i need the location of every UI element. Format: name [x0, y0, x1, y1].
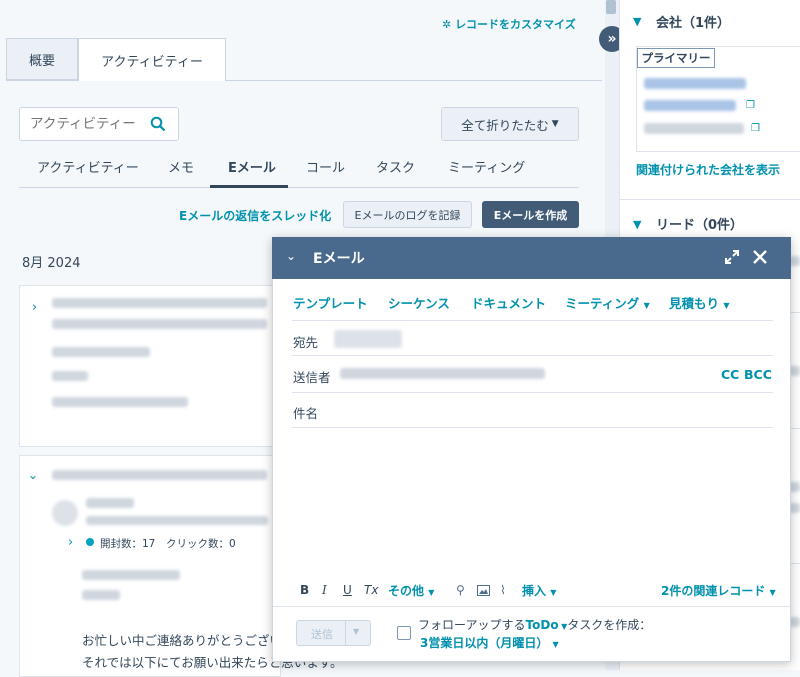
caret-down-icon: ▼ [550, 588, 557, 597]
subject-label: 件名 [293, 406, 319, 421]
bcc-button[interactable]: BCC [744, 367, 772, 382]
caret-down-icon: ▼ [723, 301, 730, 310]
bold-button[interactable]: B [300, 583, 309, 597]
divider [273, 606, 790, 607]
caret-down-icon: ▼ [551, 119, 559, 129]
click-count: クリック数：0 [166, 538, 236, 550]
email-activity-card[interactable] [19, 285, 281, 447]
divider [620, 199, 800, 200]
redacted-text [52, 347, 150, 357]
sender-address[interactable] [340, 368, 545, 379]
redacted-text [82, 570, 180, 580]
scrollbar-thumb[interactable] [606, 0, 616, 14]
subtab-activity[interactable]: アクティビティー [37, 157, 139, 176]
subtab-email[interactable]: Eメール [228, 157, 276, 176]
redacted-text [82, 590, 120, 600]
subtab-tasks[interactable]: タスク [376, 157, 415, 176]
chevron-right-icon[interactable]: › [32, 300, 37, 315]
caret-down-icon: ▼ [552, 640, 559, 649]
collapse-all-button[interactable]: 全て折りたたむ ▼ [441, 107, 579, 141]
followup-checkbox[interactable] [397, 626, 411, 640]
task-type-dropdown[interactable]: ToDo [526, 618, 559, 632]
expand-icon[interactable] [724, 249, 740, 265]
redacted-text [86, 498, 134, 508]
redacted-company-name[interactable] [644, 78, 746, 89]
collapse-chevron-icon[interactable]: ⌄ [286, 249, 296, 263]
search-input[interactable] [28, 115, 150, 133]
caret-down-icon[interactable]: ▼ [353, 627, 359, 636]
company-section-title[interactable]: 会社（1件） [656, 12, 730, 31]
open-count: 開封数：17 [100, 538, 156, 550]
thread-replies-link[interactable]: Eメールの返信をスレッド化 [179, 207, 331, 224]
caret-down-icon: ▼ [643, 301, 650, 310]
caret-down-icon: ▼ [769, 588, 776, 597]
redacted-phone [644, 123, 744, 134]
redacted-text [52, 371, 88, 381]
activity-search[interactable] [19, 107, 179, 141]
due-date-dropdown[interactable]: 3営業日以内（月曜日） ▼ [420, 634, 559, 651]
send-button[interactable]: 送信 ▼ [296, 620, 371, 646]
log-email-button[interactable]: Eメールのログを記録 [343, 201, 472, 228]
image-icon[interactable] [477, 585, 490, 596]
cc-button[interactable]: CC [721, 367, 739, 382]
meetings-dropdown[interactable]: ミーティング ▼ [565, 293, 650, 312]
copy-icon[interactable]: ❐ [746, 100, 755, 111]
primary-badge: プライマリー [637, 48, 715, 68]
to-label: 宛先 [293, 335, 319, 350]
snippet-icon[interactable]: ⚲ [456, 583, 465, 597]
active-tab-indicator [210, 185, 288, 188]
underline-button[interactable]: U [343, 583, 352, 597]
email-body-editor[interactable] [292, 432, 773, 572]
insert-dropdown[interactable]: 挿入 ▼ [522, 582, 556, 599]
email-body-line: お忙しい中ご連絡ありがとうござい [82, 633, 283, 648]
redacted-text [52, 470, 267, 480]
tab-overview[interactable]: 概要 [6, 38, 78, 80]
caret-down-icon: ▼ [428, 588, 435, 597]
redacted-text [86, 516, 268, 525]
redacted-text [52, 319, 267, 329]
subject-input[interactable] [330, 396, 770, 424]
divider [292, 392, 773, 393]
customize-record-link[interactable]: ✲ レコードをカスタマイズ [442, 16, 576, 32]
composer-title: Eメール [313, 251, 365, 267]
avatar [52, 500, 78, 526]
copy-icon[interactable]: ❐ [751, 123, 760, 134]
quotes-dropdown[interactable]: 見積もり ▼ [669, 293, 730, 312]
tab-activity[interactable]: アクティビティー [78, 38, 226, 81]
clear-format-button[interactable]: Tx [364, 583, 378, 597]
documents-button[interactable]: ドキュメント [471, 293, 546, 312]
chevron-right-icon[interactable]: › [68, 535, 73, 550]
subtab-notes[interactable]: メモ [168, 157, 194, 176]
chevron-down-icon[interactable]: ▼ [633, 218, 641, 231]
italic-button[interactable]: I [322, 583, 327, 597]
gear-icon: ✲ [442, 18, 452, 31]
more-format-dropdown[interactable]: その他 ▼ [388, 582, 434, 599]
recipient-chip[interactable] [334, 330, 402, 348]
view-associated-companies-link[interactable]: 関連付けられた会社を表示 [636, 161, 780, 178]
templates-button[interactable]: テンプレート [293, 293, 368, 312]
create-email-button[interactable]: Eメールを作成 [482, 201, 579, 228]
month-heading: 8月 2024 [22, 256, 81, 271]
chevron-down-icon[interactable]: › [25, 475, 40, 480]
close-icon[interactable] [752, 249, 768, 265]
divider [345, 621, 346, 645]
redacted-text [52, 298, 267, 308]
divider [292, 355, 773, 356]
chevron-down-icon[interactable]: ▼ [633, 15, 641, 28]
redacted-domain[interactable] [644, 100, 736, 111]
status-dot [86, 538, 94, 546]
lead-section-title[interactable]: リード（0件） [656, 214, 743, 233]
search-icon[interactable] [150, 116, 166, 132]
redacted-text [52, 397, 188, 407]
associated-records-dropdown[interactable]: 2件の関連レコード ▼ [661, 582, 776, 599]
sequences-button[interactable]: シーケンス [388, 293, 450, 312]
subtab-meetings[interactable]: ミーティング [448, 157, 525, 176]
from-label: 送信者 [293, 370, 331, 385]
divider [292, 427, 773, 428]
divider [292, 320, 773, 321]
followup-text: フォローアップするToDo ▼タスクを作成： [418, 618, 652, 632]
caret-down-icon: ▼ [558, 622, 568, 631]
attachment-icon[interactable]: ⌇ [500, 583, 506, 597]
subtab-calls[interactable]: コール [306, 157, 345, 176]
